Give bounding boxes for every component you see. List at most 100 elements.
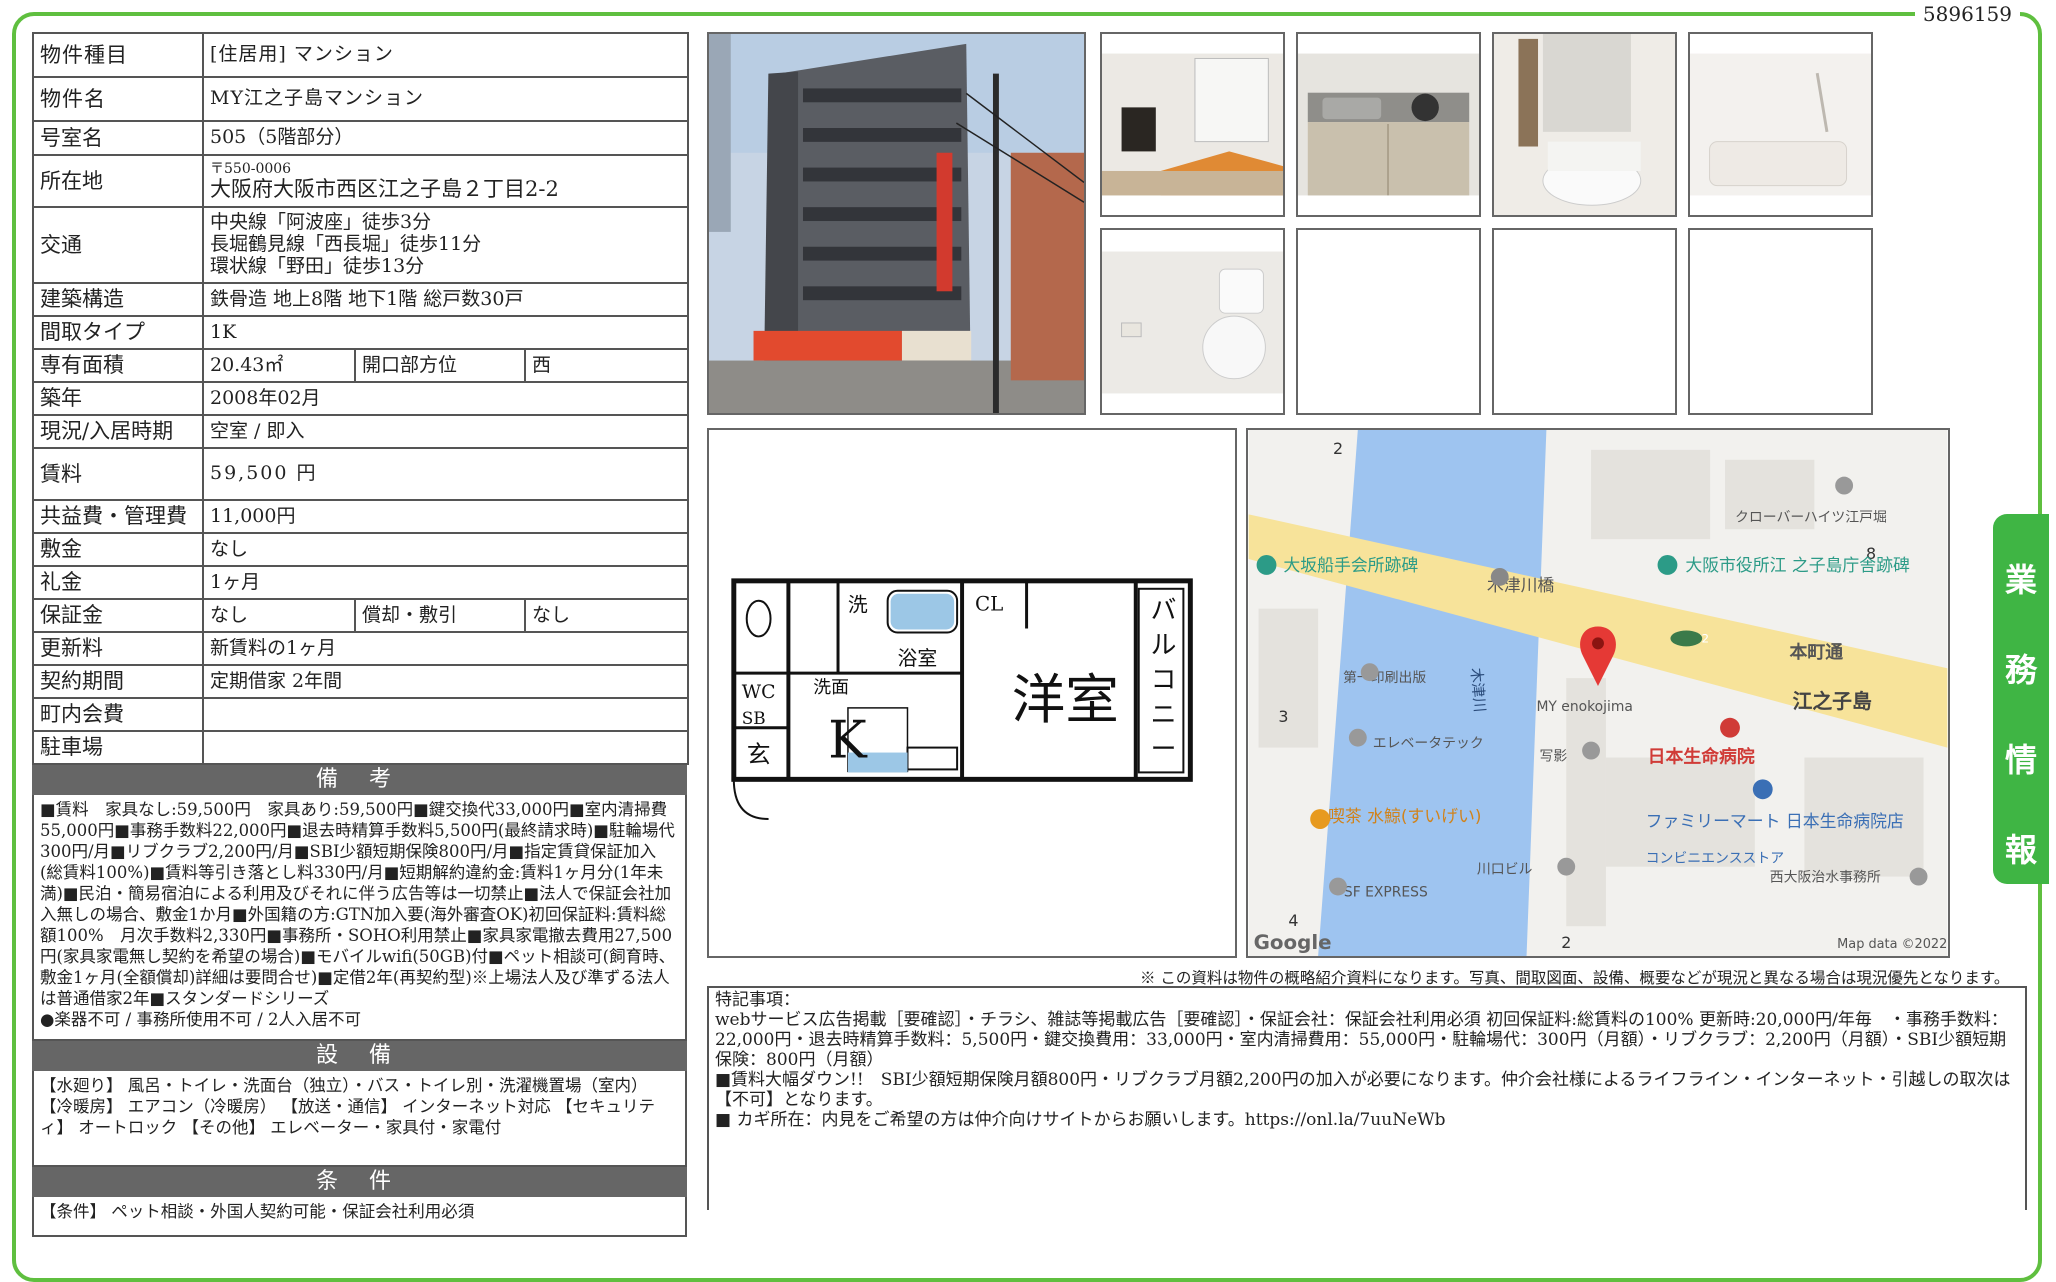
map-label: 第一印刷出版 [1343, 669, 1426, 686]
disclaimer-text: ※ この資料は物件の概略紹介資料になります。写真、間取図面、設備、概要などが現況… [1140, 969, 2010, 987]
key-money-value: 1ヶ月 [201, 565, 690, 600]
place-icon [1909, 867, 1928, 886]
parking-value [201, 730, 690, 765]
hospital-icon [1720, 717, 1740, 738]
rent-value: 59,500 円 [201, 447, 690, 501]
landmark-icon [1256, 555, 1277, 575]
washroom-photo[interactable] [1492, 32, 1677, 217]
renewal-label: 更新料 [32, 631, 204, 666]
empty-photo-slot [1688, 228, 1873, 415]
floor-plan-room-label: 浴室 [898, 647, 938, 670]
floor-plan[interactable]: 洗 CL WC 浴室 洋室 SB 洗面 K 玄 バ ル コ ニ ー [707, 428, 1237, 958]
toilet-photo[interactable] [1100, 228, 1285, 415]
map-label: 2 [1333, 439, 1343, 458]
map-label: エレベータテック [1373, 736, 1484, 752]
building-exterior-photo[interactable] [707, 32, 1086, 415]
business-info-tab[interactable]: 業 務 情 報 [1993, 514, 2049, 884]
structure-value: 鉄骨造 地上8階 地下1階 総戸数30戸 [201, 282, 690, 317]
floor-plan-room-label: 洋室 [1012, 668, 1119, 731]
place-icon [1360, 663, 1379, 682]
landmark-icon [1490, 567, 1509, 586]
map-label: コンビニエンスストア [1646, 851, 1784, 867]
town-fee-value [201, 697, 690, 732]
address-value: 大阪府大阪市西区江之子島２丁目2-2 [210, 176, 559, 201]
guarantee-value: なし [202, 598, 356, 633]
map-label: 3 [1278, 707, 1288, 726]
map-label: 喫茶 水鯨(すいげい) [1328, 806, 1481, 826]
name-value: MY江之子島マンション [201, 76, 690, 122]
floor-plan-room-label: バ [1151, 596, 1177, 626]
amortization-label: 償却・敷引 [354, 598, 526, 633]
type-label: 物件種目 [32, 32, 204, 78]
map-label: ファミリーマート 日本生命病院店 [1646, 811, 1904, 831]
empty-photo-slot [1492, 228, 1677, 415]
zip-code: 〒550-0006 [210, 160, 292, 177]
contract-value: 定期借家 2年間 [201, 664, 690, 699]
place-icon [1582, 741, 1600, 760]
location-map[interactable]: 2 8 3 4 2 クローバーハイツ江戸堀 木津川橋 第一印刷出版 MY eno… [1246, 428, 1950, 958]
map-label: MY enokojima [1536, 699, 1632, 715]
address-label: 所在地 [32, 154, 204, 208]
map-label: 大坂船手会所跡碑 [1283, 555, 1418, 575]
map-label: 本町通 [1790, 641, 1844, 663]
google-logo: Google [1254, 931, 1332, 954]
tab-char: 業 [2004, 561, 2037, 599]
town-fee-label: 町内会費 [32, 697, 204, 732]
floor-plan-room-label: SB [742, 708, 766, 728]
property-spec-panel: 物件種目 [住居用] マンション 物件名 MY江之子島マンション 号室名 505… [32, 32, 690, 1237]
layout-label: 間取タイプ [32, 315, 204, 350]
floor-plan-room-label: コ [1151, 665, 1177, 695]
access-cell: 中央線「阿波座」徒歩3分 長堀鶴見線「西長堀」徒歩11分 環状線「野田」徒歩13… [201, 206, 690, 284]
type-value: [住居用] マンション [201, 32, 690, 78]
remarks-text: ■賃料 家具なし:59,500円 家具あり:59,500円■鍵交換代33,000… [32, 795, 687, 1041]
built-value: 2008年02月 [201, 381, 690, 416]
area-value: 20.43㎡ [202, 348, 356, 383]
map-label: 4 [1288, 911, 1298, 930]
room-photo[interactable] [1100, 32, 1285, 217]
landmark-icon [1657, 555, 1678, 575]
store-icon [1752, 779, 1773, 800]
kitchen-photo[interactable] [1296, 32, 1481, 217]
conditions-heading: 条 件 [32, 1167, 687, 1197]
floor-plan-room-label: 洗 [848, 594, 868, 617]
status-label: 現況/入居時期 [32, 414, 204, 449]
bathroom-photo[interactable] [1688, 32, 1873, 217]
floor-plan-room-label: CL [975, 593, 1003, 616]
access-line: 環状線「野田」徒歩13分 [210, 254, 425, 277]
map-label: クローバーハイツ江戸堀 [1735, 509, 1887, 525]
room-value: 505（5階部分） [201, 120, 690, 156]
deposit-value: なし [201, 532, 690, 567]
tab-char: 情 [2004, 741, 2037, 779]
equipment-heading: 設 備 [32, 1041, 687, 1071]
map-label: 江之子島 [1793, 690, 1872, 713]
facing-value: 西 [523, 348, 690, 383]
status-value: 空室 / 即入 [201, 414, 690, 449]
floor-plan-room-label: ル [1151, 630, 1177, 660]
fee-value: 11,000円 [201, 499, 690, 534]
place-icon [1557, 857, 1576, 876]
map-label: 2 [1561, 933, 1571, 952]
floor-plan-room-label: K [828, 711, 868, 771]
property-spec-table: 物件種目 [住居用] マンション 物件名 MY江之子島マンション 号室名 505… [32, 32, 690, 765]
floor-plan-room-label: ニ [1151, 700, 1177, 730]
place-icon [1835, 476, 1854, 495]
parking-label: 駐車場 [32, 730, 204, 765]
address-cell: 〒550-0006 大阪府大阪市西区江之子島２丁目2-2 [201, 154, 690, 208]
access-line: 中央線「阿波座」徒歩3分 [210, 211, 432, 234]
access-label: 交通 [32, 206, 204, 284]
floor-plan-room-label: ー [1151, 735, 1177, 765]
route-shield-icon [1670, 630, 1703, 647]
structure-label: 建築構造 [32, 282, 204, 317]
empty-photo-slot [1296, 228, 1481, 415]
conditions-text: 【条件】 ペット相談・外国人契約可能・保証会社利用必須 [32, 1197, 687, 1237]
map-attribution: Map data ©2022 [1837, 937, 1947, 952]
place-icon [1348, 728, 1367, 747]
amortization-value: なし [523, 598, 690, 633]
room-label: 号室名 [32, 120, 204, 156]
floor-plan-room-label: 洗面 [813, 677, 849, 698]
access-line: 長堀鶴見線「西長堀」徒歩11分 [210, 233, 482, 256]
guarantee-label: 保証金 [32, 598, 204, 633]
rent-label: 賃料 [32, 447, 204, 501]
deposit-label: 敷金 [32, 532, 204, 567]
area-label: 専有面積 [32, 348, 204, 383]
